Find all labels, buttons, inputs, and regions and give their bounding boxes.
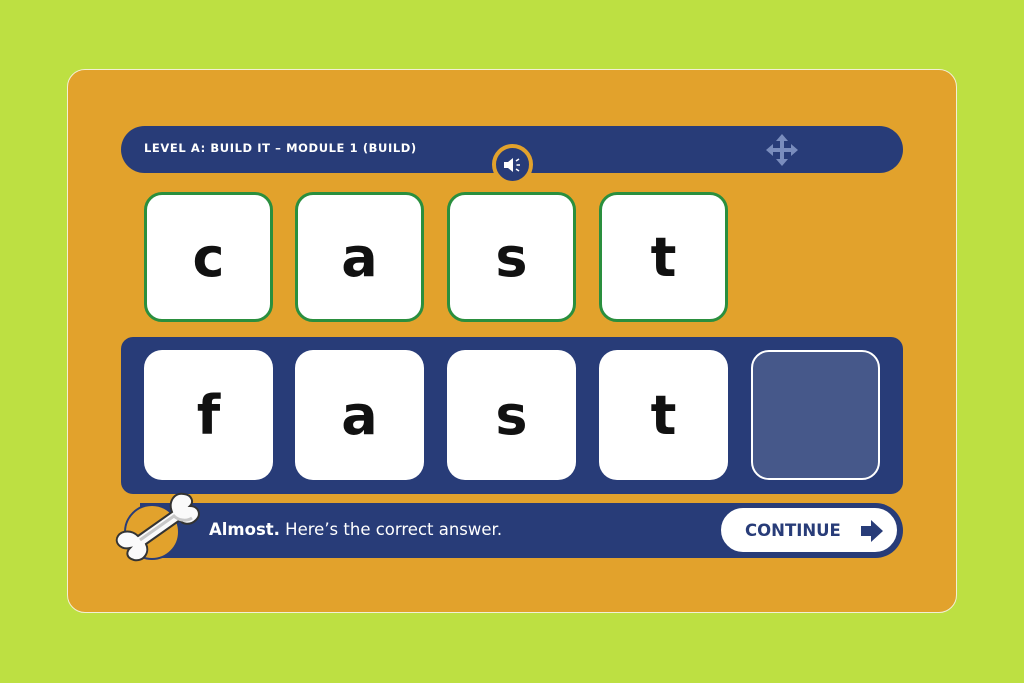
move-arrows-icon[interactable] bbox=[763, 131, 801, 169]
answer-letter-tile[interactable]: s bbox=[447, 350, 576, 480]
bone-icon bbox=[115, 492, 200, 562]
arrow-right-icon bbox=[861, 520, 883, 542]
continue-label: CONTINUE bbox=[745, 521, 841, 540]
feedback-message: Almost. Here’s the correct answer. bbox=[209, 520, 502, 539]
module-title: LEVEL A: BUILD IT – MODULE 1 (BUILD) bbox=[144, 141, 417, 155]
answer-letter-tile[interactable]: a bbox=[295, 350, 424, 480]
speaker-icon bbox=[503, 157, 520, 172]
target-letter-tile: c bbox=[144, 192, 273, 322]
target-letter-tile: t bbox=[599, 192, 728, 322]
feedback-emphasis: Almost. bbox=[209, 520, 280, 539]
answer-letter-tile[interactable]: f bbox=[144, 350, 273, 480]
empty-letter-slot[interactable] bbox=[751, 350, 880, 480]
answer-letter-tile[interactable]: t bbox=[599, 350, 728, 480]
audio-button[interactable] bbox=[492, 144, 533, 185]
target-letter-tile: a bbox=[295, 192, 424, 322]
feedback-detail: Here’s the correct answer. bbox=[279, 520, 503, 539]
target-letter-tile: s bbox=[447, 192, 576, 322]
continue-button[interactable]: CONTINUE bbox=[719, 506, 899, 554]
